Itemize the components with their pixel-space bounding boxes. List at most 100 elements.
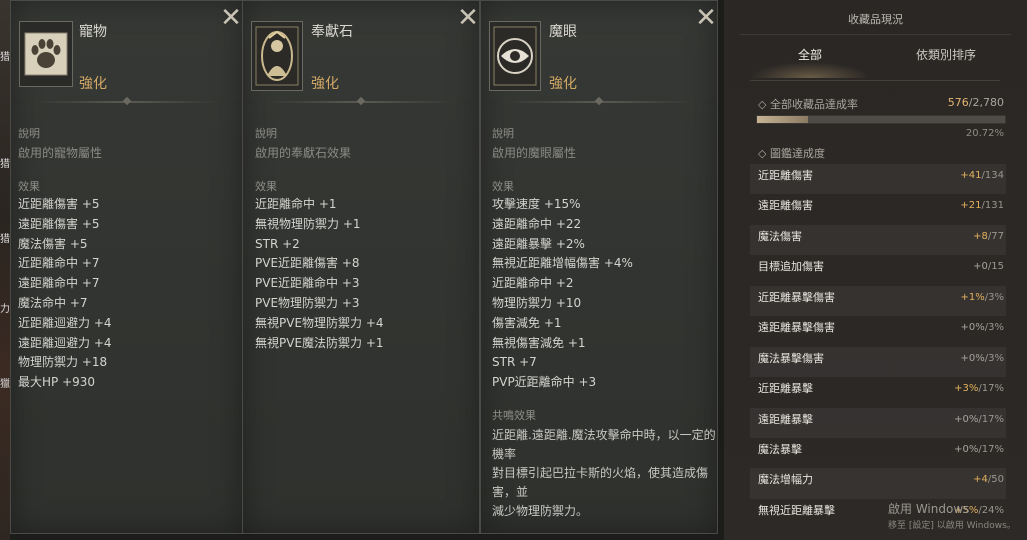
tab-all[interactable]: 全部 (750, 46, 870, 78)
stat-max: /134 (981, 170, 1004, 181)
paw-icon (24, 32, 68, 76)
codex-stat-row: 近距離傷害 +41/134 (750, 164, 1006, 195)
codex-stat-row: 近距離暴擊傷害 +1%/3% (750, 285, 1006, 317)
stat-value: +0%/3% (961, 347, 1004, 371)
effect-item: 物理防禦力 +10 (492, 295, 582, 310)
description-text: 啟用的魔眼屬性 (492, 146, 577, 160)
overall-progress-bar (756, 115, 1006, 124)
edge-text: 猎 (0, 234, 10, 245)
pet-icon-frame (19, 21, 73, 87)
effect-label: 效果 (255, 180, 277, 193)
effect-item: 魔法命中 +7 (18, 295, 88, 310)
panel-title: 收藏品現況 (848, 13, 903, 26)
stat-value: +8/77 (973, 225, 1004, 249)
pet-tooltip-panel: 寵物 強化 ✕ 說明 啟用的寵物屬性 效果 近距離傷害 +5 遠距離傷害 +5 … (10, 0, 243, 534)
stat-name: 無視近距離暴擊 (758, 503, 835, 517)
close-icon[interactable]: ✕ (695, 5, 717, 31)
stat-value: +0/15 (973, 255, 1004, 279)
stat-name: 魔法傷害 (758, 229, 802, 243)
stat-name: 目標追加傷害 (758, 260, 824, 274)
stat-value: +1%/3% (961, 286, 1004, 310)
stat-value: +3%/17% (954, 377, 1004, 401)
stat-current: +0 (973, 261, 988, 273)
codex-stat-row: 遠距離暴擊傷害 +0%/3% (750, 316, 1006, 346)
codex-stat-row: 遠距離暴擊 +0%/17% (750, 407, 1006, 438)
stat-name: 遠距離傷害 (758, 199, 813, 213)
effect-item: 無視傷害減免 +1 (492, 335, 586, 350)
eye-icon (493, 26, 537, 86)
stat-current: +1% (960, 291, 985, 303)
stat-max: /77 (987, 230, 1004, 242)
effect-label: 效果 (18, 180, 40, 193)
magic-eye-tooltip-panel: 魔眼 強化 ✕ 說明 啟用的魔眼屬性 效果 攻擊速度 +15% 遠距離命中 +2… (480, 0, 718, 534)
effect-item: 無視物理防禦力 +1 (255, 216, 361, 231)
effect-item: 無視近距離增幅傷害 +4% (492, 256, 633, 271)
stat-value: +0%/3% (961, 316, 1004, 340)
overall-current: 576 (947, 96, 969, 109)
effect-item: PVE近距離傷害 +8 (255, 256, 360, 271)
divider (243, 96, 479, 106)
magic-eye-icon-frame (489, 21, 541, 91)
resonance-label: 共鳴效果 (492, 409, 536, 422)
offering-stone-tooltip-panel: 奉獻石 強化 ✕ 說明 啟用的奉獻石效果 效果 近距離命中 +1 無視物理防禦力… (242, 0, 480, 534)
description-label: 說明 (255, 127, 277, 140)
codex-stat-list[interactable]: 近距離傷害 +41/134 遠距離傷害 +21/131 魔法傷害 +8/77 目標追加傷害 +… (750, 164, 1006, 529)
effect-item: 近距離命中 +2 (492, 276, 574, 291)
stat-max: /3% (984, 352, 1004, 364)
stat-max: /17% (978, 443, 1004, 455)
overall-percent: 20.72% (965, 128, 1004, 139)
effect-item: PVE近距離命中 +3 (255, 276, 360, 291)
tab-underline (750, 80, 1000, 81)
divider (481, 96, 717, 106)
effect-item: 近距離傷害 +5 (18, 197, 100, 211)
stat-max: /15 (987, 261, 1004, 273)
stat-max: /24% (978, 504, 1004, 516)
offering-stone-icon-frame (251, 21, 303, 91)
stat-max: /3% (984, 322, 1004, 334)
stat-name: 近距離暴擊 (758, 382, 813, 396)
close-icon[interactable]: ✕ (457, 5, 479, 31)
offering-stone-icon (255, 26, 299, 86)
effect-item: PVE物理防禦力 +3 (255, 295, 360, 310)
stat-name: 近距離傷害 (758, 169, 813, 182)
stat-max: /50 (987, 474, 1004, 486)
left-edge-strip (0, 0, 10, 540)
stat-value: +0%/17% (954, 438, 1004, 462)
panel-subtitle: 強化 (549, 76, 577, 92)
codex-stat-row: 遠距離傷害 +21/131 (750, 194, 1006, 224)
effect-list: 近距離傷害 +5 遠距離傷害 +5 魔法傷害 +5 近距離命中 +7 遠距離命中… (18, 195, 112, 393)
codex-label: ◇ 圖鑑達成度 (758, 147, 825, 160)
stat-value: +4/50 (973, 468, 1004, 492)
effect-item: 魔法傷害 +5 (18, 236, 88, 251)
codex-stat-row: 魔法增幅力 +4/50 (750, 468, 1006, 499)
stat-name: 遠距離暴擊 (758, 412, 813, 426)
divider (740, 34, 1011, 35)
effect-item: STR +2 (255, 236, 300, 251)
effect-item: 攻擊速度 +15% (492, 197, 581, 211)
panel-subtitle: 強化 (79, 76, 107, 92)
stat-value: +0%/17% (954, 408, 1004, 432)
effect-list: 攻擊速度 +15% 遠距離命中 +22 遠距離暴擊 +2% 無視近距離增幅傷害 … (492, 195, 633, 393)
stat-name: 近距離暴擊傷害 (758, 290, 835, 304)
tab-by-category[interactable]: 依類別排序 (886, 46, 1006, 66)
panel-title: 魔眼 (549, 24, 577, 40)
stat-current: +21 (960, 200, 982, 212)
stat-name: 魔法暴擊 (758, 442, 802, 456)
close-icon[interactable]: ✕ (220, 5, 242, 31)
stat-name: 魔法增幅力 (758, 473, 813, 487)
effect-item: 傷害減免 +1 (492, 315, 562, 330)
stat-current: +41 (960, 170, 982, 181)
stat-value: +21/131 (960, 194, 1004, 218)
stat-name: 魔法暴擊傷害 (758, 351, 824, 365)
effect-item: 遠距離命中 +22 (492, 216, 582, 231)
overall-total: /2,780 (968, 96, 1004, 109)
description-text: 啟用的寵物屬性 (18, 146, 103, 160)
stat-current: +0% (954, 413, 979, 425)
collection-status-panel: 收藏品現況 全部 依類別排序 ◇ 全部收藏品達成率 576/2,780 20.7… (724, 0, 1027, 540)
stat-max: /3% (984, 291, 1004, 303)
effect-item: STR +7 (492, 355, 537, 370)
codex-stat-row: 目標追加傷害 +0/15 (750, 255, 1006, 285)
stat-value: +41/134 (960, 164, 1004, 188)
overall-progress-fill (757, 116, 809, 123)
stat-name: 遠距離暴擊傷害 (758, 321, 835, 335)
